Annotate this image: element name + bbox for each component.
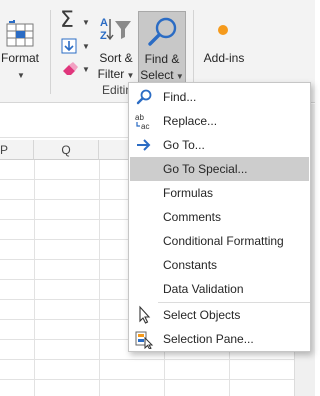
svg-text:Z: Z bbox=[100, 30, 107, 42]
chevron-down-icon: ▼ bbox=[173, 72, 184, 81]
column-header-label: P bbox=[0, 143, 9, 157]
menu-item-label: Constants bbox=[163, 258, 218, 272]
find-select-menu: Find... ab ac Replace... Go To... Go To … bbox=[128, 82, 311, 352]
menu-item-label: Formulas bbox=[163, 186, 214, 200]
menu-item-label: Go To... bbox=[163, 138, 205, 152]
sort-filter-button[interactable]: A Z Sort & Filter ▼ bbox=[95, 11, 137, 84]
format-button[interactable]: Format ▼ bbox=[0, 10, 46, 85]
chevron-down-icon: ▼ bbox=[82, 42, 90, 51]
chevron-down-icon: ▼ bbox=[82, 65, 90, 74]
menu-item-replace[interactable]: ab ac Replace... bbox=[130, 109, 309, 133]
svg-text:ab: ab bbox=[135, 113, 144, 122]
menu-item-constants[interactable]: Constants bbox=[130, 253, 309, 277]
format-label: Format bbox=[0, 51, 39, 65]
addins-icon bbox=[218, 25, 228, 35]
sigma-icon: Σ bbox=[60, 8, 74, 33]
chevron-down-icon: ▼ bbox=[124, 71, 135, 80]
menu-item-label: Go To Special... bbox=[163, 162, 248, 176]
menu-item-formulas[interactable]: Formulas bbox=[130, 181, 309, 205]
menu-item-data-validation[interactable]: Data Validation bbox=[130, 277, 309, 301]
addins-button[interactable]: Add-ins bbox=[198, 11, 250, 84]
chevron-down-icon: ▼ bbox=[17, 71, 25, 80]
column-header-p[interactable]: P bbox=[0, 140, 34, 160]
menu-item-label: Conditional Formatting bbox=[163, 234, 284, 248]
column-header-label: Q bbox=[61, 143, 71, 157]
find-select-label-text: Select bbox=[140, 68, 174, 82]
menu-item-comments[interactable]: Comments bbox=[130, 205, 309, 229]
svg-text:A: A bbox=[100, 17, 108, 29]
find-icon bbox=[136, 89, 152, 105]
menu-item-label: Find... bbox=[163, 90, 197, 104]
autosum-button[interactable]: Σ ▼ bbox=[58, 8, 92, 33]
goto-arrow-icon bbox=[137, 139, 151, 151]
menu-item-label: Replace... bbox=[163, 114, 218, 128]
selection-pane-icon bbox=[135, 331, 154, 349]
menu-item-label: Comments bbox=[163, 210, 222, 224]
menu-item-label: Data Validation bbox=[163, 282, 244, 296]
replace-icon: ab ac bbox=[135, 113, 149, 131]
fill-button[interactable]: ▼ bbox=[58, 37, 92, 57]
format-cells-icon bbox=[6, 20, 34, 47]
svg-text:ac: ac bbox=[141, 122, 149, 131]
menu-item-selection-pane[interactable]: Selection Pane... bbox=[130, 327, 309, 351]
column-header-q[interactable]: Q bbox=[34, 140, 99, 160]
eraser-icon bbox=[63, 62, 78, 75]
menu-item-goto-special[interactable]: Go To Special... bbox=[130, 157, 309, 181]
menu-item-label: Select Objects bbox=[163, 308, 241, 322]
menu-item-label: Selection Pane... bbox=[163, 332, 254, 346]
addins-label: Add-ins bbox=[203, 51, 245, 65]
menu-item-conditional-formatting[interactable]: Conditional Formatting bbox=[130, 229, 309, 253]
select-objects-icon bbox=[139, 305, 151, 324]
sort-filter-icon: A Z bbox=[100, 17, 131, 42]
menu-item-select-objects[interactable]: Select Objects bbox=[130, 303, 309, 327]
clear-button[interactable]: ▼ bbox=[58, 60, 92, 80]
magnifier-icon bbox=[148, 17, 177, 46]
find-select-label-1: Find & bbox=[144, 52, 180, 66]
menu-item-goto[interactable]: Go To... bbox=[130, 133, 309, 157]
chevron-down-icon: ▼ bbox=[82, 18, 90, 27]
sort-filter-label-text: Filter bbox=[97, 67, 125, 81]
sort-filter-label-1: Sort & bbox=[99, 51, 133, 65]
ribbon-separator bbox=[50, 10, 51, 94]
menu-item-find[interactable]: Find... bbox=[130, 85, 309, 109]
fill-down-icon bbox=[61, 38, 77, 54]
find-select-button[interactable]: Find & Select ▼ bbox=[138, 11, 186, 84]
